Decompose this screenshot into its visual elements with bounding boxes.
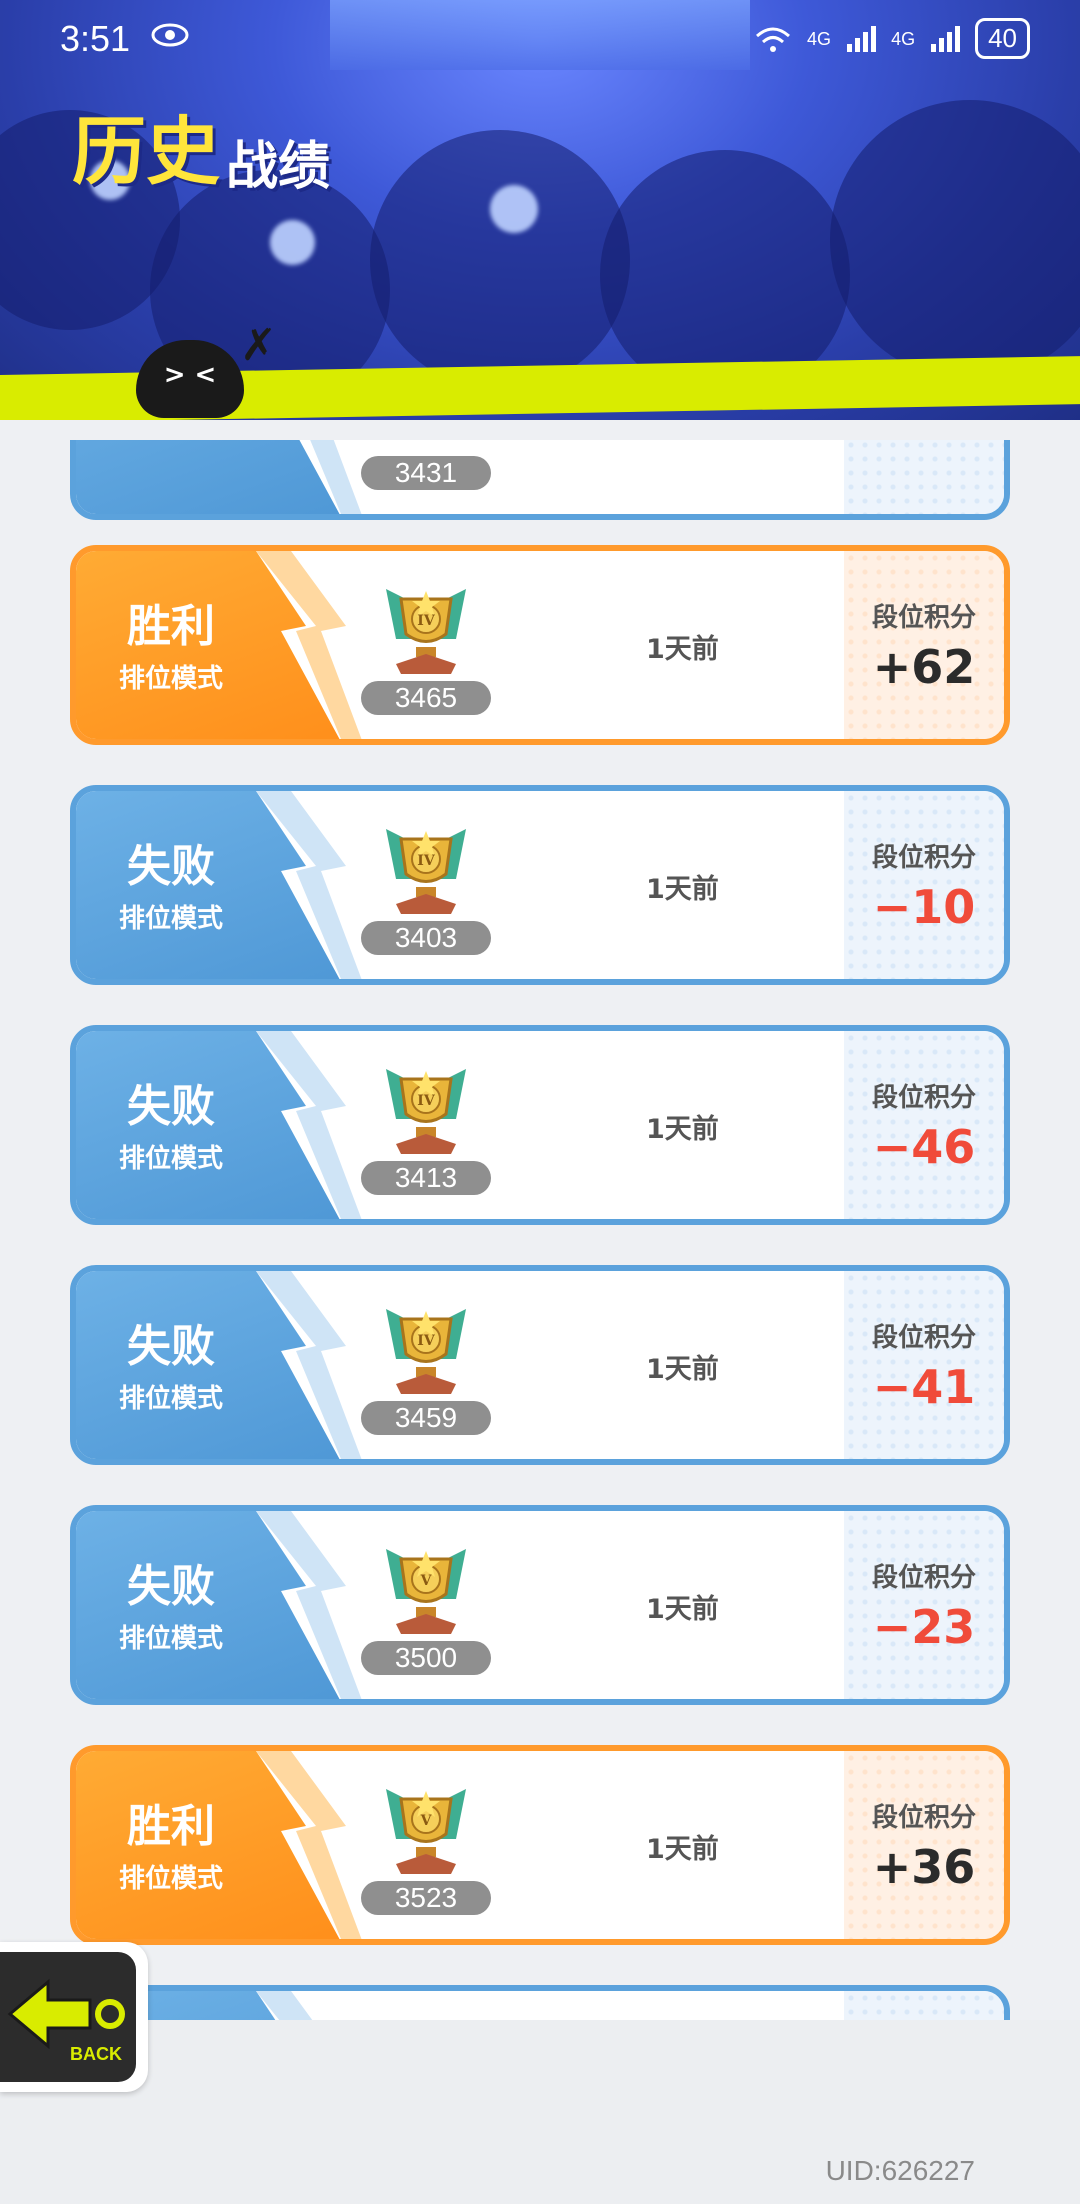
points-label: 段位积分 — [871, 602, 976, 633]
rank-score: 3431 — [361, 456, 491, 490]
points-label: 段位积分 — [871, 842, 976, 873]
match-mode: 排位模式 — [118, 1143, 223, 1174]
match-card-partial[interactable]: 3431 — [70, 440, 1010, 520]
trophy-rank-icon: IV — [386, 829, 466, 914]
wifi-icon — [756, 27, 791, 52]
match-mode: 排位模式 — [118, 1383, 223, 1414]
match-time: 1天前 — [646, 1834, 719, 1865]
page-title-main: 历史 — [72, 109, 220, 195]
header-banner: 3:51 4G 4G 40 历史 战绩 > < ✗ — [0, 0, 1080, 420]
crowd-light — [490, 185, 538, 233]
card-points-panel — [844, 440, 1004, 514]
match-result: 失败 — [127, 1080, 215, 1132]
crowd-light — [270, 220, 315, 265]
match-card[interactable]: 胜利 排位模式 IV 3465 1天前 段位积分 +62 — [70, 545, 1010, 745]
match-time: 1天前 — [646, 1114, 719, 1145]
rank-score: 3459 — [361, 1401, 491, 1435]
match-card[interactable]: 失败 排位模式 IV 3413 1天前 段位积分 −46 — [70, 1025, 1010, 1225]
crowd-silhouette — [830, 100, 1080, 380]
trophy-rank-icon: IV — [386, 1069, 466, 1154]
crowd-silhouette — [370, 130, 630, 390]
match-card[interactable]: 失败 排位模式 V 3500 1天前 段位积分 −23 — [70, 1505, 1010, 1705]
trophy-tier: IV — [417, 613, 436, 629]
signal-icon — [847, 25, 877, 52]
points-change: +36 — [872, 1839, 976, 1894]
points-label: 段位积分 — [871, 1082, 976, 1113]
match-mode: 排位模式 — [118, 663, 223, 694]
sparkle-icon: ✗ — [240, 320, 277, 371]
page-title-sub: 战绩 — [226, 137, 331, 197]
points-label: 段位积分 — [871, 1562, 976, 1593]
trophy-rank-icon: IV — [386, 589, 466, 674]
points-change: −41 — [872, 1359, 976, 1414]
match-mode: 排位模式 — [118, 1863, 223, 1894]
match-time: 1天前 — [646, 874, 719, 905]
match-result: 胜利 — [127, 600, 215, 652]
card-result-panel — [76, 440, 346, 514]
network-type-label: 4G — [807, 28, 832, 49]
points-change: +62 — [872, 639, 976, 694]
trophy-tier: IV — [417, 1093, 436, 1109]
card-stripe — [256, 1991, 366, 2020]
card-points-panel: 段位积分 −23 — [844, 1511, 1004, 1699]
match-card[interactable]: 胜利 排位模式 V 3523 1天前 段位积分 +36 — [70, 1745, 1010, 1945]
rank-score: 3523 — [361, 1881, 491, 1915]
back-button-label: BACK — [70, 2044, 122, 2064]
card-points-panel: 段位积分 +36 — [844, 1751, 1004, 1939]
battery-indicator: 40 — [975, 18, 1030, 59]
rank-score: 3500 — [361, 1641, 491, 1675]
trophy-tier: IV — [417, 853, 436, 869]
match-result: 失败 — [127, 1560, 215, 1612]
card-points-panel: 段位积分 −46 — [844, 1031, 1004, 1219]
trophy-tier: V — [420, 1573, 433, 1589]
user-id: UID:626227 — [825, 2155, 975, 2186]
card-points-panel — [844, 1991, 1004, 2020]
card-points-panel: 段位积分 +62 — [844, 551, 1004, 739]
rank-score: 3413 — [361, 1161, 491, 1195]
status-time: 3:51 — [60, 18, 131, 59]
status-bar: 3:51 4G 4G 40 — [0, 0, 1080, 80]
status-icons: 4G 4G 40 — [753, 18, 1030, 59]
card-points-panel: 段位积分 −10 — [844, 791, 1004, 979]
match-history-list[interactable]: 3431 胜利 排位模式 IV 3465 1天前 段位积分 +62 失败 排位模… — [70, 440, 1010, 2020]
points-change: −23 — [872, 1599, 976, 1654]
card-points-panel: 段位积分 −41 — [844, 1271, 1004, 1459]
points-label: 段位积分 — [871, 1802, 976, 1833]
rank-score: 3403 — [361, 921, 491, 955]
match-result: 胜利 — [127, 1800, 215, 1852]
points-label: 段位积分 — [871, 1322, 976, 1353]
trophy-tier: V — [420, 1813, 433, 1829]
match-time: 1天前 — [646, 1594, 719, 1625]
match-time: 1天前 — [646, 1354, 719, 1385]
mascot-face: > < — [163, 360, 217, 390]
match-card[interactable]: 失败 排位模式 IV 3403 1天前 段位积分 −10 — [70, 785, 1010, 985]
trophy-tier: IV — [417, 1333, 436, 1349]
match-card-partial[interactable] — [70, 1985, 1010, 2020]
points-change: −10 — [872, 879, 976, 934]
match-card[interactable]: 失败 排位模式 IV 3459 1天前 段位积分 −41 — [70, 1265, 1010, 1465]
match-result: 失败 — [127, 840, 215, 892]
match-mode: 排位模式 — [118, 1623, 223, 1654]
back-button-face: BACK — [0, 1952, 136, 2082]
trophy-rank-icon: V — [386, 1549, 466, 1634]
trophy-rank-icon: V — [386, 1789, 466, 1874]
page-title: 历史 战绩 — [72, 92, 330, 199]
match-mode: 排位模式 — [118, 903, 223, 934]
points-change: −46 — [872, 1119, 976, 1174]
signal-icon — [931, 25, 961, 52]
match-result: 失败 — [127, 1320, 215, 1372]
rank-score: 3465 — [361, 681, 491, 715]
trophy-rank-icon: IV — [386, 1309, 466, 1394]
network-type-label: 4G — [891, 28, 916, 49]
match-time: 1天前 — [646, 634, 719, 665]
eye-icon — [151, 23, 189, 47]
back-button[interactable]: BACK — [0, 1942, 148, 2092]
